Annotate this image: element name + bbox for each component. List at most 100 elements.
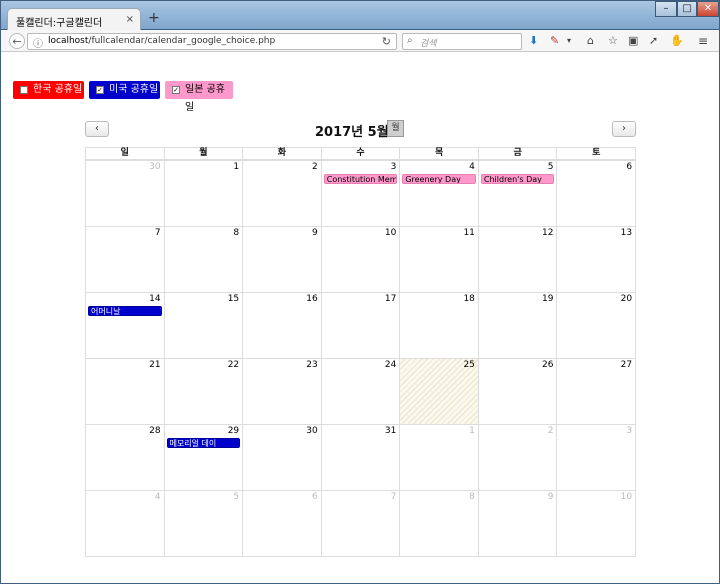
toggle-us-holidays[interactable]: ✓ 미국 공휴일	[89, 81, 160, 99]
day-cell[interactable]: 30	[242, 425, 321, 490]
day-cell[interactable]: 21	[86, 359, 164, 424]
day-number: 1	[469, 426, 475, 436]
chevron-right-icon: ›	[622, 123, 626, 134]
url-path: /fullcalendar/calendar_google_choice.php	[88, 36, 276, 46]
day-cell[interactable]: 27	[556, 359, 635, 424]
day-cell[interactable]: 5	[163, 491, 243, 556]
event-childrens-day[interactable]: Children's Day	[480, 174, 555, 184]
korean-holidays-checkbox[interactable]	[20, 86, 28, 94]
day-cell[interactable]: 8	[163, 227, 243, 292]
tab-title: 풀캘린더:구글캘린더	[16, 18, 103, 29]
day-cell[interactable]: 31	[320, 425, 400, 490]
calendar-title: 2017년 5월	[315, 125, 389, 140]
day-cell[interactable]: 30	[86, 161, 164, 226]
day-cell[interactable]: 22	[163, 359, 243, 424]
extension-dropdown-icon[interactable]: ▾	[567, 35, 571, 47]
window-minimize-button[interactable]: –	[655, 1, 677, 17]
event-memorial-day[interactable]: 메모리얼 데이	[166, 438, 241, 448]
day-number: 20	[620, 294, 633, 304]
info-icon[interactable]: ⓘ	[33, 35, 43, 50]
home-icon[interactable]: ⌂	[587, 35, 594, 47]
day-cell[interactable]: 8	[399, 491, 478, 556]
day-cell[interactable]: 20	[556, 293, 635, 358]
hand-icon[interactable]: ✋	[670, 35, 684, 47]
day-cell[interactable]: 29 메모리얼 데이	[163, 425, 243, 490]
day-cell[interactable]: 4	[86, 491, 164, 556]
clipboard-icon[interactable]: ▣	[628, 35, 638, 47]
address-bar[interactable]: ⓘ localhost/fullcalendar/calendar_google…	[27, 33, 397, 50]
day-cell[interactable]: 4 Greenery Day	[399, 161, 478, 226]
day-cell[interactable]: 24	[320, 359, 400, 424]
window-border-left	[0, 30, 1, 584]
day-cell[interactable]: 6	[242, 491, 321, 556]
day-cell[interactable]: 9	[477, 491, 557, 556]
day-cell[interactable]: 14 어머니날	[86, 293, 164, 358]
window-maximize-button[interactable]: □	[677, 1, 697, 17]
day-cell[interactable]: 5 Children's Day	[477, 161, 557, 226]
day-cell[interactable]: 1	[399, 425, 478, 490]
next-month-button[interactable]: ›	[612, 121, 636, 137]
pointer-icon[interactable]: ➚	[649, 35, 658, 47]
day-number: 14	[149, 294, 161, 304]
japan-holidays-label: 일본 공휴일	[185, 84, 225, 113]
day-cell[interactable]: 7	[86, 227, 164, 292]
weekday-sat: 토	[556, 148, 635, 159]
day-cell[interactable]: 11	[399, 227, 478, 292]
bookmark-star-icon[interactable]: ☆	[608, 35, 618, 47]
event-constitution-memorial[interactable]: Constitution Memorial	[323, 174, 398, 184]
day-number: 27	[620, 360, 633, 370]
toggle-korean-holidays[interactable]: 한국 공휴일	[13, 81, 84, 99]
day-cell[interactable]: 15	[163, 293, 243, 358]
new-tab-icon[interactable]: +	[148, 11, 160, 25]
day-number: 2	[312, 162, 318, 172]
event-greenery-day[interactable]: Greenery Day	[402, 174, 476, 184]
calendar-week: 30 1 2 3 Constitution Memorial 4 Greener…	[86, 160, 635, 226]
day-cell[interactable]: 7	[320, 491, 400, 556]
close-icon: ✕	[703, 3, 713, 14]
day-cell[interactable]: 2	[477, 425, 557, 490]
chevron-left-icon: ‹	[95, 123, 99, 134]
download-icon[interactable]: ⬇	[529, 35, 538, 47]
day-cell[interactable]: 23	[242, 359, 321, 424]
day-cell[interactable]: 3	[556, 425, 635, 490]
day-cell[interactable]: 1	[163, 161, 243, 226]
prev-month-button[interactable]: ‹	[85, 121, 109, 137]
month-view-button[interactable]: 월	[387, 120, 404, 137]
day-number: 16	[306, 294, 318, 304]
day-cell[interactable]: 17	[320, 293, 400, 358]
browser-tab[interactable]: 풀캘린더:구글캘린더 ×	[7, 8, 141, 32]
event-mothers-day[interactable]: 어머니날	[88, 306, 162, 316]
day-cell[interactable]: 6	[556, 161, 635, 226]
day-number: 23	[306, 360, 318, 370]
day-number: 24	[384, 360, 397, 370]
calendar-week: 28 29 메모리얼 데이 30 31 1 2 3	[86, 424, 635, 490]
us-holidays-label: 미국 공휴일	[109, 84, 159, 95]
day-cell[interactable]: 10	[320, 227, 400, 292]
day-cell[interactable]: 18	[399, 293, 478, 358]
day-number: 18	[463, 294, 475, 304]
us-holidays-checkbox[interactable]: ✓	[96, 86, 104, 94]
day-cell[interactable]: 13	[556, 227, 635, 292]
toggle-japan-holidays[interactable]: ✓ 일본 공휴일	[165, 81, 233, 113]
day-cell[interactable]: 19	[477, 293, 557, 358]
window-close-button[interactable]: ✕	[697, 1, 719, 17]
reload-icon[interactable]: ↻	[382, 35, 391, 48]
tab-close-icon[interactable]: ×	[126, 14, 134, 25]
back-arrow-icon[interactable]: ←	[9, 33, 25, 49]
search-bar[interactable]: ⌕ 검색	[402, 33, 522, 50]
day-number: 6	[312, 492, 318, 502]
day-cell[interactable]: 3 Constitution Memorial	[320, 161, 400, 226]
day-cell[interactable]: 10	[556, 491, 635, 556]
day-cell[interactable]: 16	[242, 293, 321, 358]
day-number: 28	[149, 426, 161, 436]
extension-icon[interactable]: ✎	[550, 35, 559, 47]
day-number: 4	[154, 492, 161, 502]
japan-holidays-checkbox[interactable]: ✓	[172, 86, 180, 94]
day-cell[interactable]: 2	[242, 161, 321, 226]
menu-icon[interactable]: ≡	[698, 35, 708, 47]
day-cell[interactable]: 12	[477, 227, 557, 292]
day-cell[interactable]: 9	[242, 227, 321, 292]
day-cell[interactable]: 26	[477, 359, 557, 424]
day-cell-today[interactable]: 25	[399, 359, 478, 424]
day-cell[interactable]: 28	[86, 425, 164, 490]
